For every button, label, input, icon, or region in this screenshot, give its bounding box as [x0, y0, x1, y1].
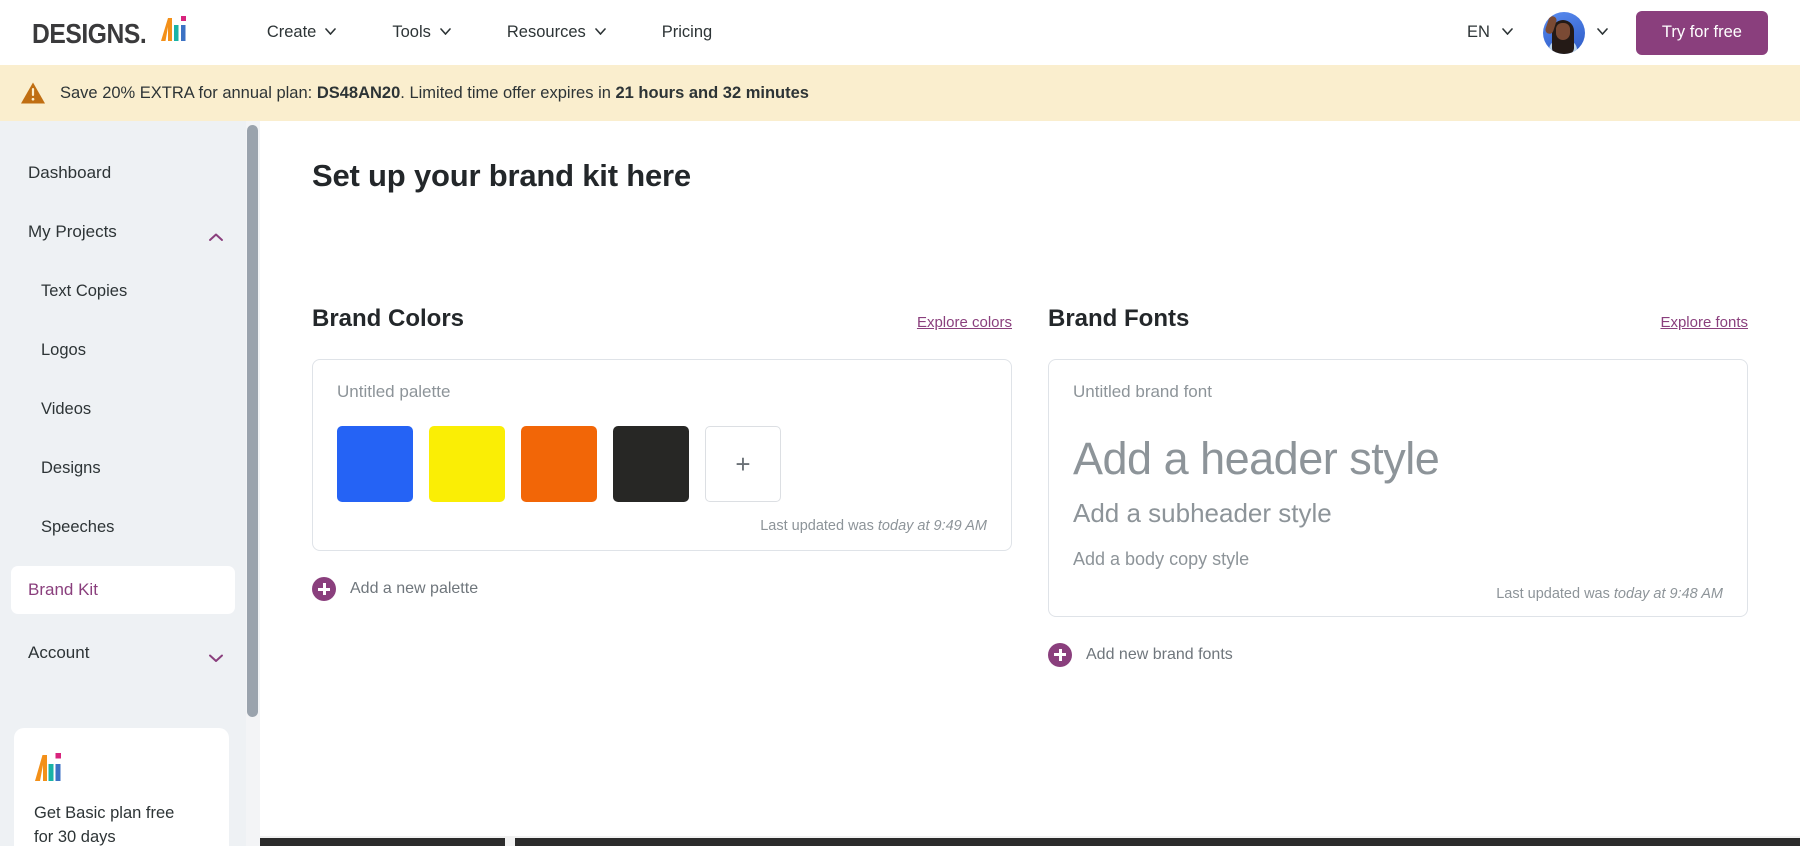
nav-item-resources[interactable]: Resources: [479, 0, 634, 65]
brand-kit-columns: Brand Colors Explore colors Untitled pal…: [260, 305, 1800, 667]
sidebar-nav: Dashboard My Projects Text Copies Logos …: [0, 121, 246, 673]
sidebar-label-text-copies: Text Copies: [41, 282, 127, 301]
banner-prefix: Save 20% EXTRA for annual plan:: [60, 84, 317, 102]
chevron-down-icon: [1502, 28, 1513, 35]
brand-colors-header: Brand Colors Explore colors: [312, 305, 1012, 333]
brand-colors-title: Brand Colors: [312, 305, 464, 333]
chevron-down-icon: [440, 28, 451, 35]
page-title: Set up your brand kit here: [312, 158, 1800, 194]
top-header: DESIGNS. Create Tools Resources: [0, 0, 1800, 65]
subheader-style-placeholder[interactable]: Add a subheader style: [1073, 498, 1723, 529]
sidebar: Dashboard My Projects Text Copies Logos …: [0, 121, 246, 846]
try-for-free-button[interactable]: Try for free: [1636, 11, 1768, 55]
banner-text: Save 20% EXTRA for annual plan: DS48AN20…: [60, 84, 809, 103]
designs-ai-logo[interactable]: DESIGNS.: [32, 15, 193, 50]
color-swatch-black[interactable]: [613, 426, 689, 502]
sidebar-label-my-projects: My Projects: [28, 222, 117, 242]
logo-wordmark: DESIGNS.: [32, 18, 146, 50]
explore-fonts-link[interactable]: Explore fonts: [1660, 314, 1748, 333]
sidebar-item-text-copies[interactable]: Text Copies: [0, 271, 246, 311]
ai-logo-icon: [159, 15, 193, 43]
ai-logo-icon: [34, 750, 68, 784]
fonts-updated-time: today at 9:48 AM: [1614, 586, 1723, 602]
banner-middle: . Limited time offer expires in: [400, 84, 615, 102]
body-area: Dashboard My Projects Text Copies Logos …: [0, 121, 1800, 846]
fonts-last-updated: Last updated was today at 9:48 AM: [1073, 586, 1723, 602]
nav-item-create[interactable]: Create: [239, 0, 365, 65]
upgrade-promo-card[interactable]: Get Basic plan free for 30 days: [14, 728, 229, 846]
header-right-group: EN Try for free: [1451, 11, 1768, 55]
promo-line-1: Get Basic plan free: [34, 802, 209, 826]
brand-fonts-title: Brand Fonts: [1048, 305, 1189, 333]
body-style-placeholder[interactable]: Add a body copy style: [1073, 549, 1723, 570]
sidebar-label-logos: Logos: [41, 341, 86, 360]
brand-fonts-column: Brand Fonts Explore fonts Untitled brand…: [1048, 305, 1748, 667]
chevron-up-icon: [208, 227, 224, 237]
palette-updated-time: today at 9:49 AM: [878, 518, 987, 534]
brand-fonts-header: Brand Fonts Explore fonts: [1048, 305, 1748, 333]
color-swatch-blue[interactable]: [337, 426, 413, 502]
nav-label-resources: Resources: [507, 0, 586, 65]
add-new-brand-fonts-button[interactable]: Add new brand fonts: [1048, 643, 1748, 667]
sidebar-item-designs[interactable]: Designs: [0, 448, 246, 488]
plus-circle-icon: [312, 577, 336, 601]
sidebar-item-account[interactable]: Account: [0, 633, 246, 673]
nav-item-pricing[interactable]: Pricing: [634, 0, 740, 65]
sidebar-label-brand-kit: Brand Kit: [28, 580, 98, 600]
avatar: [1543, 12, 1585, 54]
banner-promo-code: DS48AN20: [317, 84, 400, 102]
color-swatch-orange[interactable]: [521, 426, 597, 502]
sidebar-label-videos: Videos: [41, 400, 91, 419]
add-new-palette-button[interactable]: Add a new palette: [312, 577, 1012, 601]
warning-triangle-icon: [20, 81, 46, 105]
sidebar-item-videos[interactable]: Videos: [0, 389, 246, 429]
language-selector[interactable]: EN: [1451, 23, 1529, 42]
swatch-list: +: [337, 426, 987, 502]
language-label: EN: [1467, 23, 1490, 42]
horizontal-scrollbar-thumb[interactable]: [260, 838, 1800, 846]
plus-circle-icon: [1048, 643, 1072, 667]
nav-item-tools[interactable]: Tools: [364, 0, 479, 65]
chevron-down-icon: [1597, 28, 1608, 35]
brand-colors-column: Brand Colors Explore colors Untitled pal…: [312, 305, 1012, 667]
sidebar-label-designs: Designs: [41, 459, 101, 478]
sidebar-item-dashboard[interactable]: Dashboard: [0, 153, 246, 193]
palette-updated-prefix: Last updated was: [760, 518, 878, 534]
chevron-down-icon: [325, 28, 336, 35]
sidebar-label-dashboard: Dashboard: [28, 163, 111, 183]
add-new-palette-label: Add a new palette: [350, 580, 478, 598]
fonts-updated-prefix: Last updated was: [1496, 586, 1614, 602]
banner-countdown: 21 hours and 32 minutes: [616, 84, 809, 102]
avatar-face: [1556, 23, 1570, 40]
chevron-down-icon: [595, 28, 606, 35]
brand-font-name[interactable]: Untitled brand font: [1073, 382, 1723, 402]
palette-last-updated: Last updated was today at 9:49 AM: [337, 518, 987, 534]
nav-label-tools: Tools: [392, 0, 431, 65]
sidebar-label-account: Account: [28, 643, 89, 663]
add-new-brand-fonts-label: Add new brand fonts: [1086, 646, 1233, 664]
chevron-down-icon: [208, 648, 224, 658]
horizontal-scrollbar-gap: [505, 838, 515, 846]
palette-name[interactable]: Untitled palette: [337, 382, 987, 402]
sidebar-item-brand-kit[interactable]: Brand Kit: [11, 566, 235, 614]
user-menu[interactable]: [1529, 12, 1622, 54]
sidebar-item-logos[interactable]: Logos: [0, 330, 246, 370]
color-swatch-yellow[interactable]: [429, 426, 505, 502]
promo-banner: Save 20% EXTRA for annual plan: DS48AN20…: [0, 65, 1800, 121]
main-content: Set up your brand kit here Brand Colors …: [260, 121, 1800, 846]
header-style-placeholder[interactable]: Add a header style: [1073, 434, 1723, 484]
brand-font-card: Untitled brand font Add a header style A…: [1048, 359, 1748, 617]
sidebar-item-my-projects[interactable]: My Projects: [0, 212, 246, 252]
sidebar-label-speeches: Speeches: [41, 518, 114, 537]
palette-card: Untitled palette + Last updated was toda…: [312, 359, 1012, 551]
sidebar-scrollbar-thumb[interactable]: [247, 125, 258, 717]
sidebar-item-speeches[interactable]: Speeches: [0, 507, 246, 547]
nav-label-pricing: Pricing: [662, 0, 712, 65]
main-nav: Create Tools Resources Pricing: [239, 0, 740, 65]
explore-colors-link[interactable]: Explore colors: [917, 314, 1012, 333]
add-color-swatch-button[interactable]: +: [705, 426, 781, 502]
promo-line-2: for 30 days: [34, 826, 209, 846]
nav-label-create: Create: [267, 0, 317, 65]
